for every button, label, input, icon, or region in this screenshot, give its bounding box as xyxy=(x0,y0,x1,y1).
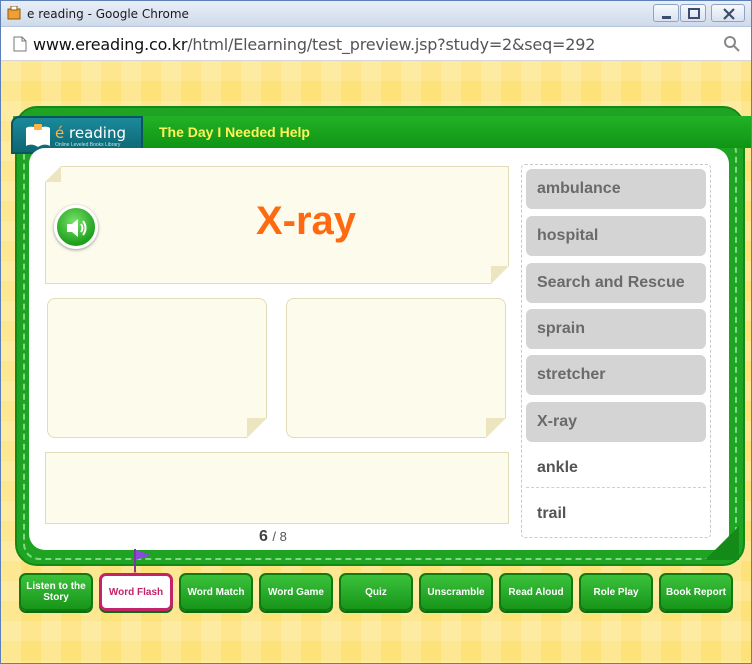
word-item-stretcher[interactable]: stretcher xyxy=(526,355,706,395)
nav-word-match[interactable]: Word Match xyxy=(179,573,253,611)
nav-read-aloud[interactable]: Read Aloud xyxy=(499,573,573,611)
word-item-search-and-rescue[interactable]: Search and Rescue xyxy=(526,263,706,303)
activity-nav: Listen to the Story Word Flash Word Matc… xyxy=(19,549,739,613)
page-counter: 6 / 8 xyxy=(259,528,287,545)
speaker-icon xyxy=(67,219,87,237)
nav-role-play[interactable]: Role Play xyxy=(579,573,653,611)
nav-word-flash[interactable]: Word Flash xyxy=(99,573,173,611)
word-item-hospital[interactable]: hospital xyxy=(526,216,706,256)
nav-book-report[interactable]: Book Report xyxy=(659,573,733,611)
nav-listen-to-the-story[interactable]: Listen to the Story xyxy=(19,573,93,611)
story-title: The Day I Needed Help xyxy=(159,124,310,140)
search-icon[interactable] xyxy=(723,35,741,53)
play-sound-button[interactable] xyxy=(54,205,98,249)
current-word: X-ray xyxy=(255,199,357,243)
sentence-box xyxy=(45,452,509,524)
title-bar: e reading - Google Chrome xyxy=(1,1,751,27)
word-card: X-ray xyxy=(45,166,509,284)
word-item-ankle[interactable]: ankle xyxy=(526,448,706,488)
word-item-x-ray[interactable]: X-ray xyxy=(526,402,706,442)
header-bar: é reading Online Leveled Books Library T… xyxy=(11,116,751,154)
picture-card-left[interactable] xyxy=(47,298,267,438)
word-flash-board: X-ray 6 / 8 ambulance hospital Search an… xyxy=(29,148,729,550)
url-text[interactable]: www.ereading.co.kr/html/Elearning/test_p… xyxy=(33,35,595,54)
word-list: ambulance hospital Search and Rescue spr… xyxy=(521,164,711,538)
page-content: é reading Online Leveled Books Library T… xyxy=(1,61,751,663)
page-icon xyxy=(13,36,27,52)
minimize-button[interactable] xyxy=(653,4,679,22)
word-item-ambulance[interactable]: ambulance xyxy=(526,169,706,209)
nav-unscramble[interactable]: Unscramble xyxy=(419,573,493,611)
nav-quiz[interactable]: Quiz xyxy=(339,573,413,611)
book-logo-icon xyxy=(26,124,50,147)
browser-window: e reading - Google Chrome www.ereading.c… xyxy=(0,0,752,664)
window-title: e reading - Google Chrome xyxy=(27,7,189,21)
word-item-sprain[interactable]: sprain xyxy=(526,309,706,349)
close-button[interactable] xyxy=(711,4,745,22)
nav-word-game[interactable]: Word Game xyxy=(259,573,333,611)
lesson-frame: é reading Online Leveled Books Library T… xyxy=(11,106,751,566)
picture-card-right[interactable] xyxy=(286,298,506,438)
ereading-app-icon xyxy=(7,6,21,20)
maximize-button[interactable] xyxy=(680,4,706,22)
word-item-trail[interactable]: trail xyxy=(526,494,706,534)
address-bar[interactable]: www.ereading.co.kr/html/Elearning/test_p… xyxy=(1,27,751,61)
